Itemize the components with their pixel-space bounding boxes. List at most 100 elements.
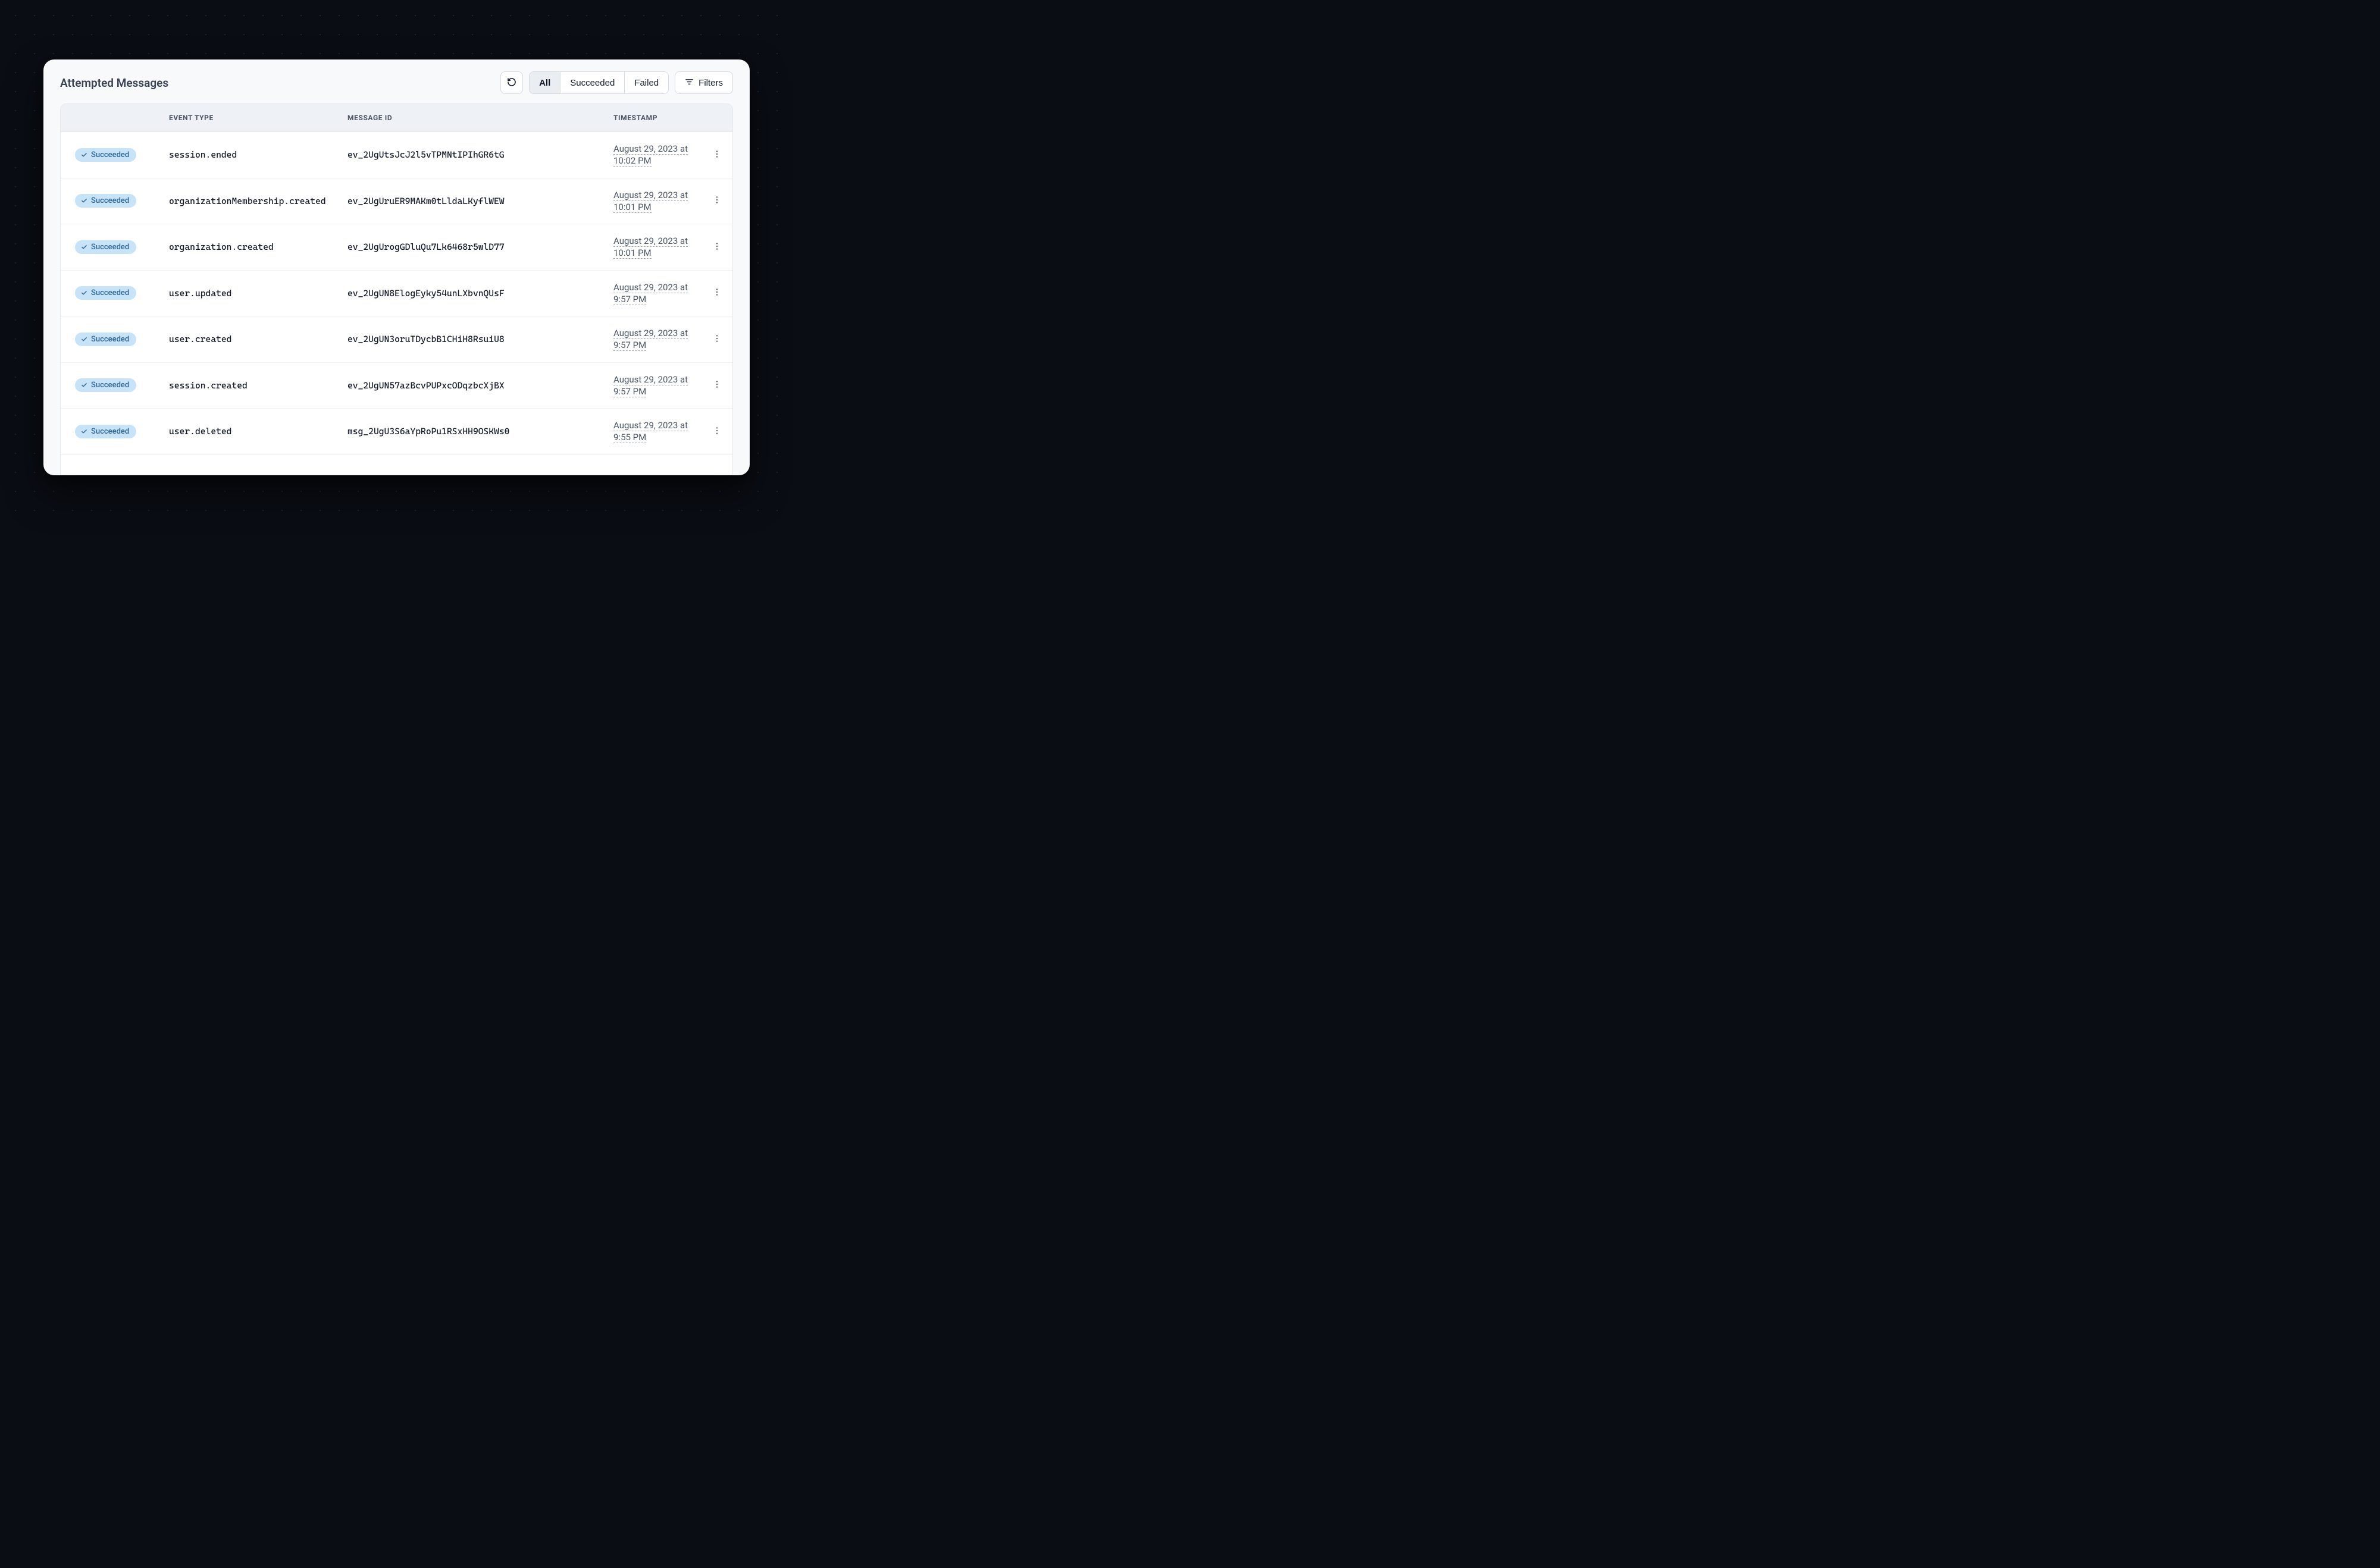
timestamp-value[interactable]: August 29, 2023 at 10:01 PM — [613, 190, 688, 213]
cell-status: Succeeded — [61, 362, 162, 409]
kebab-icon — [712, 242, 722, 253]
cell-message-id: ev_2UgUruER9MAKm0tLldaLKyflWEW — [340, 178, 606, 224]
timestamp-value[interactable]: August 29, 2023 at 10:01 PM — [613, 236, 688, 259]
check-icon — [81, 152, 87, 158]
cell-event-type: session.created — [162, 362, 340, 409]
row-kebab-menu[interactable] — [709, 377, 725, 394]
check-icon — [81, 244, 87, 250]
row-kebab-menu[interactable] — [709, 331, 725, 347]
kebab-icon — [712, 334, 722, 345]
kebab-icon — [712, 195, 722, 206]
check-icon — [81, 428, 87, 435]
check-icon — [81, 290, 87, 296]
status-badge: Succeeded — [75, 194, 136, 208]
cell-timestamp: August 29, 2023 at 9:57 PM — [606, 316, 702, 363]
cell-timestamp: August 29, 2023 at 9:57 PM — [606, 362, 702, 409]
cell-message-id: ev_2UgUN57azBcvPUPxcODqzbcXjBX — [340, 362, 606, 409]
row-kebab-menu[interactable] — [709, 193, 725, 209]
kebab-icon — [712, 426, 722, 437]
page-title: Attempted Messages — [60, 76, 168, 90]
cell-message-id: ev_2UgUrogGDluQu7Lk6468r5wlD77 — [340, 224, 606, 271]
table-row[interactable]: Succeeded user.updatedev_2UgUN8ElogEyky54… — [61, 270, 732, 316]
status-badge: Succeeded — [75, 286, 136, 300]
cell-event-type: user.updated — [162, 270, 340, 316]
cell-message-id: msg_2UgU3S6aYpRoPu1RSxHH9OSKWs0 — [340, 409, 606, 455]
cell-message-id: ev_2UgUN8ElogEyky54unLXbvnQUsF — [340, 270, 606, 316]
filters-label: Filters — [699, 78, 723, 88]
kebab-icon — [712, 380, 722, 391]
status-badge-label: Succeeded — [91, 150, 129, 159]
tab-failed[interactable]: Failed — [625, 72, 668, 93]
cell-menu — [702, 270, 732, 316]
status-badge: Succeeded — [75, 148, 136, 162]
cell-message-id: ev_2UgUtsJcJ2l5vTPMNtIPIhGR6tG — [340, 132, 606, 178]
cell-menu — [702, 132, 732, 178]
tab-all[interactable]: All — [530, 72, 560, 93]
status-badge-label: Succeeded — [91, 427, 129, 436]
cell-event-type: organization.created — [162, 224, 340, 271]
cell-status: Succeeded — [61, 409, 162, 455]
cell-status: Succeeded — [61, 178, 162, 224]
cell-status: Succeeded — [61, 316, 162, 363]
cell-menu — [702, 409, 732, 455]
table-row[interactable]: Succeeded organization.createdev_2UgUrogG… — [61, 224, 732, 271]
status-badge-label: Succeeded — [91, 243, 129, 252]
tab-succeeded[interactable]: Succeeded — [560, 72, 625, 93]
table-row[interactable]: Succeeded organizationMembership.createde… — [61, 178, 732, 224]
card-header: Attempted Messages All Succeeded Failed — [43, 59, 750, 104]
cell-status: Succeeded — [61, 224, 162, 271]
cell-timestamp: August 29, 2023 at 10:01 PM — [606, 224, 702, 271]
cell-event-type: session.ended — [162, 132, 340, 178]
row-kebab-menu[interactable] — [709, 423, 725, 440]
status-badge-label: Succeeded — [91, 196, 129, 205]
cell-timestamp: August 29, 2023 at 9:57 PM — [606, 270, 702, 316]
timestamp-value[interactable]: August 29, 2023 at 9:57 PM — [613, 374, 688, 397]
status-badge-label: Succeeded — [91, 288, 129, 297]
toolbar: All Succeeded Failed Filters — [500, 71, 733, 94]
cell-event-type: user.deleted — [162, 409, 340, 455]
status-filter-tabs: All Succeeded Failed — [529, 71, 669, 94]
cell-timestamp: August 29, 2023 at 10:02 PM — [606, 132, 702, 178]
check-icon — [81, 336, 87, 343]
messages-card: Attempted Messages All Succeeded Failed — [43, 59, 750, 475]
filter-icon — [685, 77, 694, 89]
status-badge-label: Succeeded — [91, 335, 129, 344]
col-event-type-header: EVENT TYPE — [162, 104, 340, 132]
status-badge: Succeeded — [75, 240, 136, 254]
timestamp-value[interactable]: August 29, 2023 at 10:02 PM — [613, 143, 688, 167]
col-menu-header — [702, 104, 732, 132]
table-header-row: EVENT TYPE MESSAGE ID TIMESTAMP — [61, 104, 732, 132]
table-row[interactable]: Succeeded user.createdev_2UgUN3oruTDycbB1… — [61, 316, 732, 363]
cell-event-type: user.created — [162, 316, 340, 363]
row-kebab-menu[interactable] — [709, 285, 725, 302]
check-icon — [81, 382, 87, 388]
row-kebab-menu[interactable] — [709, 146, 725, 163]
col-status-header — [61, 104, 162, 132]
cell-menu — [702, 362, 732, 409]
status-badge: Succeeded — [75, 425, 136, 438]
timestamp-value[interactable]: August 29, 2023 at 9:57 PM — [613, 282, 688, 305]
table-row[interactable]: Succeeded session.createdev_2UgUN57azBcvP… — [61, 362, 732, 409]
cell-menu — [702, 224, 732, 271]
cell-timestamp: August 29, 2023 at 10:01 PM — [606, 178, 702, 224]
table-row[interactable]: Succeeded user.deletedmsg_2UgU3S6aYpRoPu1… — [61, 409, 732, 455]
cell-message-id: ev_2UgUN3oruTDycbB1CHiH8RsuiU8 — [340, 316, 606, 363]
table-row[interactable]: Succeeded session.endedev_2UgUtsJcJ2l5vTP… — [61, 132, 732, 178]
filters-button[interactable]: Filters — [675, 71, 733, 94]
cell-event-type: organizationMembership.created — [162, 178, 340, 224]
status-badge: Succeeded — [75, 378, 136, 392]
col-timestamp-header: TIMESTAMP — [606, 104, 702, 132]
cell-status: Succeeded — [61, 132, 162, 178]
kebab-icon — [712, 149, 722, 161]
cell-menu — [702, 178, 732, 224]
row-kebab-menu[interactable] — [709, 239, 725, 255]
cell-status: Succeeded — [61, 270, 162, 316]
kebab-icon — [712, 287, 722, 299]
timestamp-value[interactable]: August 29, 2023 at 9:57 PM — [613, 328, 688, 351]
status-badge-label: Succeeded — [91, 381, 129, 390]
messages-table-wrap: EVENT TYPE MESSAGE ID TIMESTAMP Succeede… — [60, 104, 733, 475]
cell-menu — [702, 316, 732, 363]
col-message-id-header: MESSAGE ID — [340, 104, 606, 132]
timestamp-value[interactable]: August 29, 2023 at 9:55 PM — [613, 420, 688, 443]
refresh-button[interactable] — [500, 71, 523, 94]
